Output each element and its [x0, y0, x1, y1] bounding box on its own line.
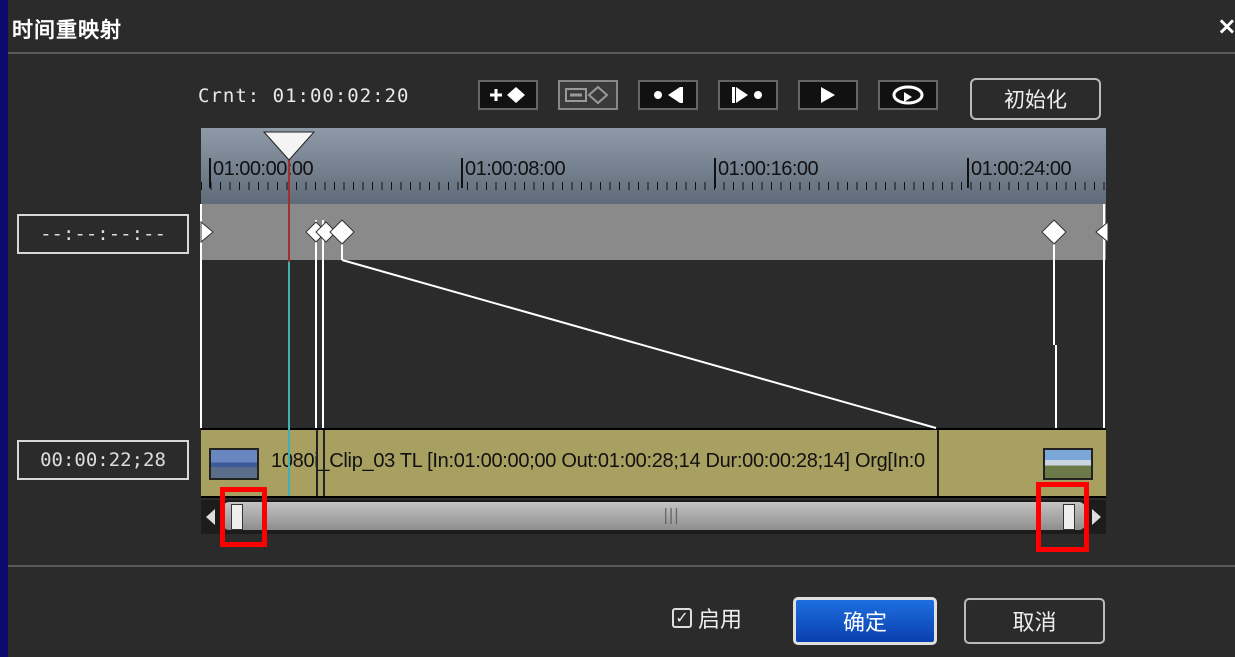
keyframe-diamond-icon — [1041, 219, 1067, 245]
highlight-end-handle — [1036, 482, 1089, 552]
ok-button[interactable]: 确定 — [793, 597, 937, 645]
keyframe-diamond-icon — [329, 219, 355, 245]
time-remap-dialog: 时间重映射 × Crnt: 01:00:02:20 初始化 --:--:--:-… — [8, 0, 1235, 657]
checkbox-check-icon[interactable]: ✓ — [672, 608, 692, 628]
enable-label: 启用 — [698, 608, 743, 633]
keyframe-start-icon — [200, 220, 214, 244]
enable-checkbox[interactable]: ✓ 启用 — [672, 602, 742, 634]
speed-curve-line — [341, 259, 937, 429]
cancel-button[interactable]: 取消 — [964, 598, 1105, 644]
highlight-start-handle — [220, 487, 267, 547]
timeline-overlay — [200, 131, 1109, 496]
keyframe-end-icon — [1095, 220, 1109, 244]
playhead-marker-icon — [262, 131, 316, 161]
footer-divider — [8, 565, 1235, 567]
